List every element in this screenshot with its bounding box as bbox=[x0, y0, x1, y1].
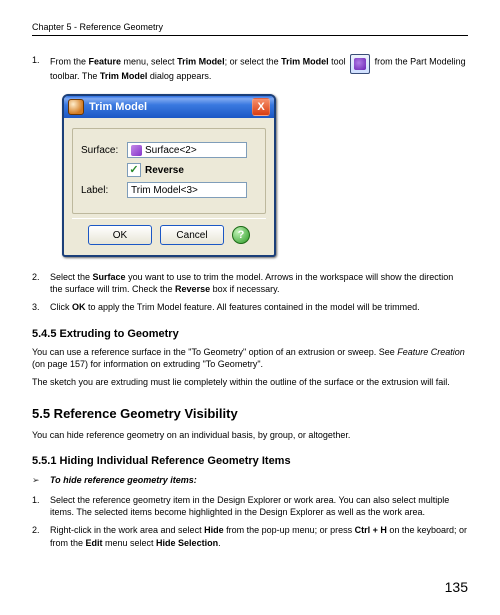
text: to apply the Trim Model feature. All fea… bbox=[86, 302, 420, 312]
text: Trim Model bbox=[177, 56, 225, 66]
text: Surface bbox=[93, 272, 126, 282]
dialog-title: Trim Model bbox=[89, 101, 252, 113]
surface-icon bbox=[131, 145, 142, 156]
text: Feature bbox=[89, 56, 122, 66]
text: Select the reference geometry item in th… bbox=[50, 494, 468, 518]
text: You can use a reference surface in the "… bbox=[32, 347, 397, 357]
hide-step-2: 2. Right-click in the work area and sele… bbox=[32, 524, 468, 548]
section-5-5-heading: 5.5 Reference Geometry Visibility bbox=[32, 406, 468, 421]
step-number: 1. bbox=[32, 494, 50, 506]
trim-model-tool-icon bbox=[350, 54, 370, 74]
text: Trim Model bbox=[281, 56, 329, 66]
surface-label: Surface: bbox=[81, 145, 127, 156]
text: menu select bbox=[103, 538, 157, 548]
ok-button[interactable]: OK bbox=[88, 225, 152, 245]
text: OK bbox=[72, 302, 86, 312]
step-1: 1. From the Feature menu, select Trim Mo… bbox=[32, 54, 468, 82]
paragraph: You can hide reference geometry on an in… bbox=[32, 429, 468, 441]
bullet-icon: ➢ bbox=[32, 475, 50, 486]
step-3: 3. Click OK to apply the Trim Model feat… bbox=[32, 301, 468, 313]
label-input[interactable]: Trim Model<3> bbox=[127, 182, 247, 198]
dialog-app-icon bbox=[68, 99, 84, 115]
step-2: 2. Select the Surface you want to use to… bbox=[32, 271, 468, 295]
text: Reverse bbox=[175, 284, 210, 294]
dialog-titlebar[interactable]: Trim Model X bbox=[64, 96, 274, 118]
text: Click bbox=[50, 302, 72, 312]
text: (on page 157) for information on extrudi… bbox=[32, 359, 263, 369]
trim-model-dialog: Trim Model X Surface: Surface<2> ✓ Rever… bbox=[62, 94, 276, 257]
step-number: 2. bbox=[32, 524, 50, 536]
text: menu, select bbox=[121, 56, 177, 66]
text: ; or select the bbox=[225, 56, 282, 66]
text: To hide reference geometry items: bbox=[50, 475, 197, 486]
step-number: 1. bbox=[32, 54, 50, 66]
step-number: 2. bbox=[32, 271, 50, 283]
section-5-4-5-heading: 5.4.5 Extruding to Geometry bbox=[32, 328, 468, 340]
dialog-button-row: OK Cancel ? bbox=[72, 218, 266, 251]
help-button[interactable]: ? bbox=[232, 226, 250, 244]
label-value: Trim Model<3> bbox=[131, 185, 198, 196]
reverse-label: Reverse bbox=[145, 165, 184, 176]
dialog-fieldset: Surface: Surface<2> ✓ Reverse Label: T bbox=[72, 128, 266, 214]
text: Edit bbox=[86, 538, 103, 548]
procedure-title: ➢ To hide reference geometry items: bbox=[32, 475, 468, 486]
paragraph: The sketch you are extruding must lie co… bbox=[32, 376, 468, 388]
text: . bbox=[218, 538, 221, 548]
text: Hide Selection bbox=[156, 538, 218, 548]
text: Trim Model bbox=[100, 71, 148, 81]
text: tool bbox=[329, 56, 349, 66]
text: Right-click in the work area and select bbox=[50, 525, 204, 535]
page-number: 135 bbox=[32, 579, 468, 595]
text: Ctrl + H bbox=[355, 525, 387, 535]
text: Feature Creation bbox=[397, 347, 465, 357]
text: from the pop-up menu; or press bbox=[224, 525, 355, 535]
reverse-checkbox[interactable]: ✓ bbox=[127, 163, 141, 177]
hide-step-1: 1. Select the reference geometry item in… bbox=[32, 494, 468, 518]
text: Hide bbox=[204, 525, 224, 535]
surface-input[interactable]: Surface<2> bbox=[127, 142, 247, 158]
cancel-button[interactable]: Cancel bbox=[160, 225, 224, 245]
surface-value: Surface<2> bbox=[145, 145, 197, 156]
step-number: 3. bbox=[32, 301, 50, 313]
text: Select the bbox=[50, 272, 93, 282]
text: From the bbox=[50, 56, 89, 66]
close-button[interactable]: X bbox=[252, 98, 270, 116]
text: box if necessary. bbox=[210, 284, 279, 294]
label-label: Label: bbox=[81, 185, 127, 196]
section-5-5-1-heading: 5.5.1 Hiding Individual Reference Geomet… bbox=[32, 455, 468, 467]
text: dialog appears. bbox=[147, 71, 211, 81]
chapter-header: Chapter 5 - Reference Geometry bbox=[32, 22, 468, 36]
paragraph: You can use a reference surface in the "… bbox=[32, 346, 468, 370]
